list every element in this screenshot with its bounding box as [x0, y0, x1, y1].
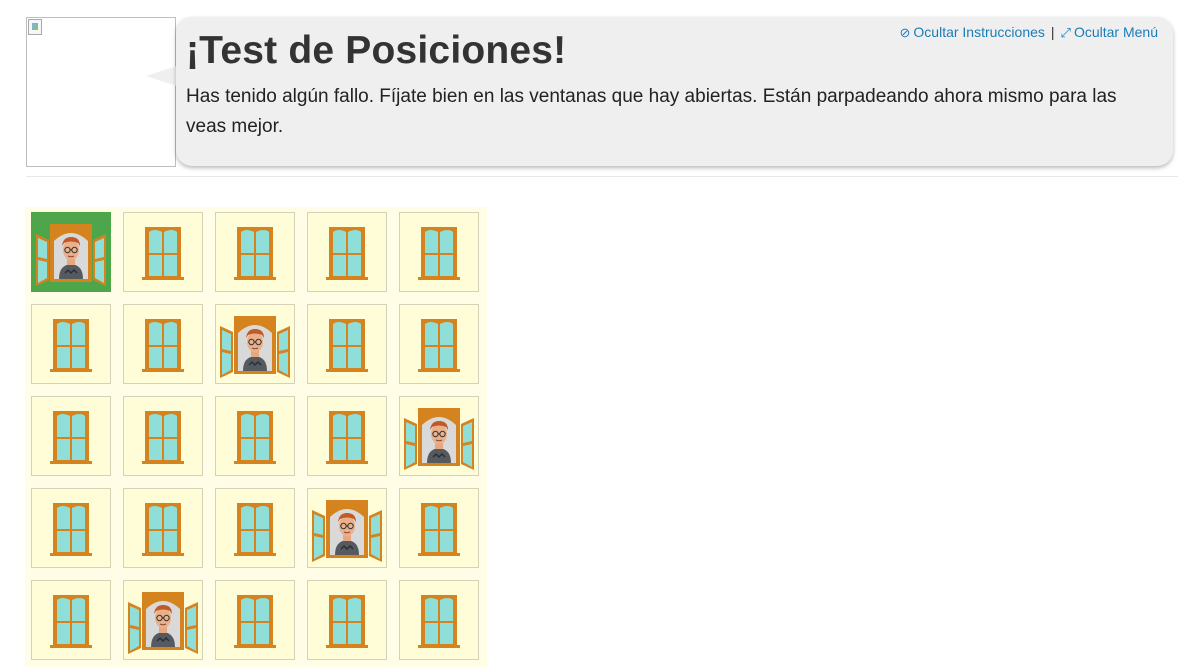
open-window-with-person-icon	[220, 316, 290, 378]
broken-image-icon	[28, 19, 42, 35]
closed-window-icon	[234, 503, 276, 556]
hide-instructions-link[interactable]: ⊘ Ocultar Instrucciones	[900, 24, 1045, 40]
closed-window-icon	[50, 411, 92, 464]
closed-window-icon	[418, 595, 460, 648]
window-cell-r3-c5[interactable]	[399, 396, 479, 476]
window-cell-r4-c4[interactable]	[307, 488, 387, 568]
window-cell-r2-c1[interactable]	[31, 304, 111, 384]
closed-window-icon	[50, 503, 92, 556]
window-cell-r4-c1[interactable]	[31, 488, 111, 568]
eye-slash-icon: ⊘	[899, 25, 911, 40]
closed-window-icon	[234, 411, 276, 464]
avatar	[26, 17, 176, 167]
divider	[26, 176, 1178, 177]
window-cell-r2-c4[interactable]	[307, 304, 387, 384]
closed-window-icon	[142, 319, 184, 372]
window-cell-r5-c1[interactable]	[31, 580, 111, 660]
speech-bubble-tail	[146, 65, 180, 87]
window-cell-r4-c5[interactable]	[399, 488, 479, 568]
open-window-with-person-icon	[128, 592, 198, 654]
instructions-header: ⊘ Ocultar Instrucciones | ⤢ Ocultar Menú ¡Te…	[26, 17, 1176, 169]
window-cell-r2-c5[interactable]	[399, 304, 479, 384]
window-cell-r5-c5[interactable]	[399, 580, 479, 660]
window-cell-r5-c2[interactable]	[123, 580, 203, 660]
closed-window-icon	[234, 595, 276, 648]
window-cell-r2-c3[interactable]	[215, 304, 295, 384]
hide-instructions-label: Ocultar Instrucciones	[913, 24, 1045, 40]
hide-menu-label: Ocultar Menú	[1073, 24, 1158, 40]
closed-window-icon	[142, 411, 184, 464]
closed-window-icon	[326, 319, 368, 372]
closed-window-icon	[142, 227, 184, 280]
windows-grid	[25, 207, 487, 667]
speech-bubble: ⊘ Ocultar Instrucciones | ⤢ Ocultar Menú ¡Te…	[176, 17, 1173, 166]
closed-window-icon	[50, 319, 92, 372]
window-cell-r3-c1[interactable]	[31, 396, 111, 476]
window-cell-r5-c3[interactable]	[215, 580, 295, 660]
closed-window-icon	[326, 411, 368, 464]
page-title: ¡Test de Posiciones!	[186, 29, 567, 72]
window-cell-r3-c2[interactable]	[123, 396, 203, 476]
window-cell-r3-c4[interactable]	[307, 396, 387, 476]
window-cell-r3-c3[interactable]	[215, 396, 295, 476]
window-cell-r2-c2[interactable]	[123, 304, 203, 384]
closed-window-icon	[142, 503, 184, 556]
window-cell-r1-c1[interactable]	[31, 212, 111, 292]
expand-icon: ⤢	[1060, 25, 1071, 40]
closed-window-icon	[50, 595, 92, 648]
link-separator: |	[1050, 24, 1055, 40]
top-links: ⊘ Ocultar Instrucciones | ⤢ Ocultar Menú	[900, 24, 1159, 41]
open-window-with-person-icon	[36, 224, 106, 286]
closed-window-icon	[418, 503, 460, 556]
closed-window-icon	[234, 227, 276, 280]
closed-window-icon	[418, 227, 460, 280]
closed-window-icon	[418, 319, 460, 372]
closed-window-icon	[326, 595, 368, 648]
window-cell-r1-c4[interactable]	[307, 212, 387, 292]
window-cell-r5-c4[interactable]	[307, 580, 387, 660]
closed-window-icon	[326, 227, 368, 280]
window-cell-r4-c3[interactable]	[215, 488, 295, 568]
window-cell-r1-c3[interactable]	[215, 212, 295, 292]
hide-menu-link[interactable]: ⤢ Ocultar Menú	[1061, 24, 1158, 40]
instructions-text: Has tenido algún fallo. Fíjate bien en l…	[186, 86, 1117, 137]
window-cell-r1-c5[interactable]	[399, 212, 479, 292]
window-cell-r4-c2[interactable]	[123, 488, 203, 568]
window-cell-r1-c2[interactable]	[123, 212, 203, 292]
open-window-with-person-icon	[404, 408, 474, 470]
open-window-with-person-icon	[312, 500, 382, 562]
